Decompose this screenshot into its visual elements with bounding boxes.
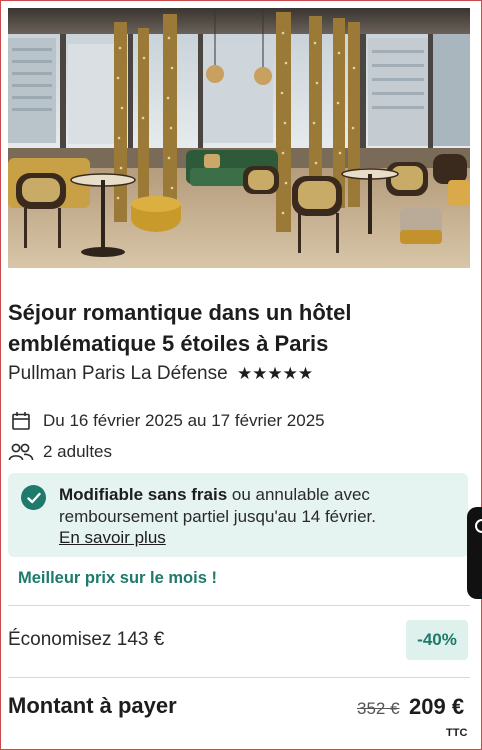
best-price-label: Meilleur prix sur le mois ! (18, 569, 217, 587)
chat-icon (475, 519, 482, 533)
hotel-name-line: Pullman Paris La Défense ★★★★★ (8, 363, 313, 385)
cancellation-notice: Modifiable sans frais ou annulable avec … (8, 473, 468, 557)
divider (8, 677, 470, 678)
discount-badge: -40% (406, 620, 468, 660)
old-price: 352 € (357, 699, 400, 718)
guest-count: 2 adultes (43, 442, 112, 461)
stay-dates-row: Du 16 février 2025 au 17 février 2025 (8, 410, 325, 432)
cancellation-text: Modifiable sans frais ou annulable avec … (59, 484, 459, 549)
tax-note: TTC (446, 727, 468, 739)
people-icon (8, 441, 34, 463)
total-label: Montant à payer (8, 693, 177, 718)
guests-row: 2 adultes (8, 441, 112, 463)
checkmark-icon (21, 485, 46, 510)
divider (8, 605, 470, 606)
offer-title: Séjour romantique dans un hôtel emblémat… (8, 300, 352, 356)
learn-more-link[interactable]: En savoir plus (59, 528, 166, 547)
side-chat-tab[interactable] (467, 507, 482, 599)
new-price: 209 € (409, 694, 465, 719)
cancellation-highlight: Modifiable sans frais (59, 485, 228, 504)
hotel-photo[interactable] (8, 8, 470, 268)
hotel-name[interactable]: Pullman Paris La Défense (8, 363, 228, 384)
star-rating: ★★★★★ (236, 364, 314, 383)
calendar-icon (8, 410, 34, 432)
stay-dates: Du 16 février 2025 au 17 février 2025 (43, 411, 325, 430)
hotel-lounge-image (8, 8, 470, 268)
savings-amount: Économisez 143 € (8, 629, 165, 650)
